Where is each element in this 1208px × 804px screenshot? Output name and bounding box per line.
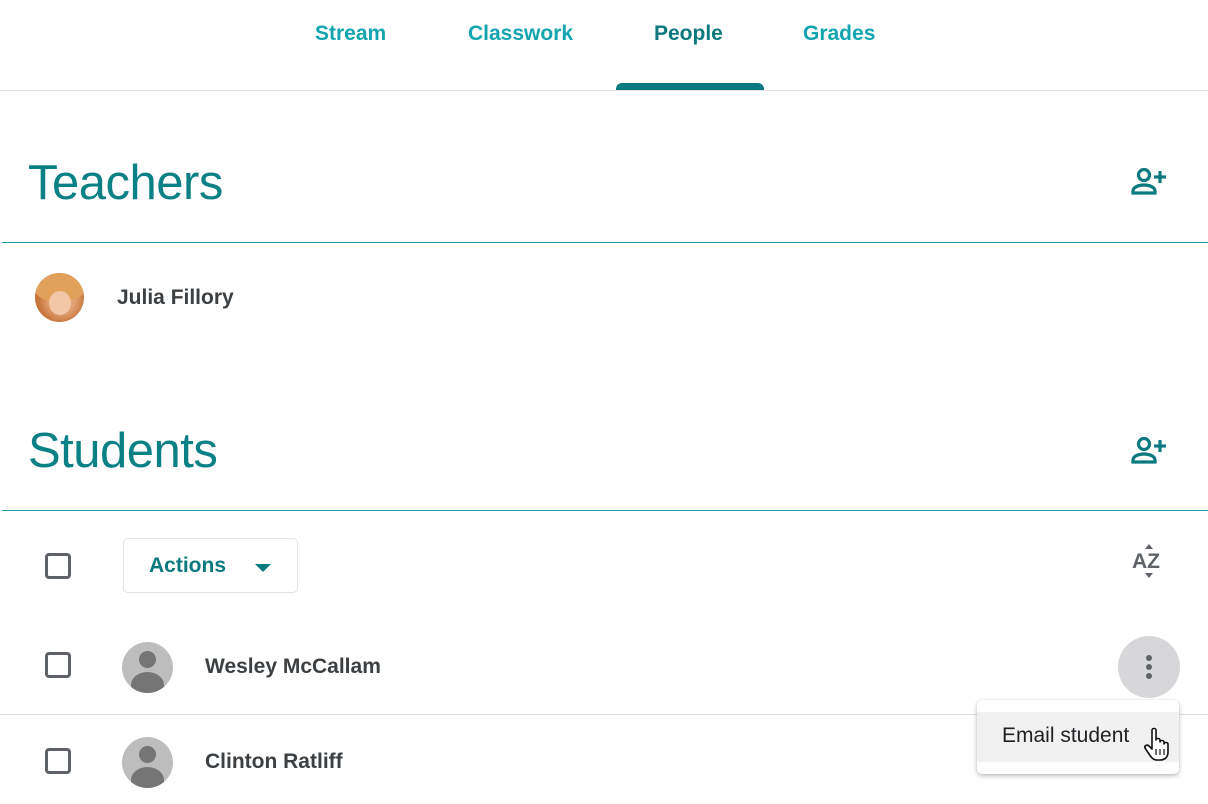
more-vert-icon bbox=[1146, 655, 1152, 661]
more-options-button[interactable] bbox=[1118, 636, 1180, 698]
teacher-avatar bbox=[35, 273, 84, 322]
hand-pointer-cursor-icon bbox=[1144, 727, 1169, 761]
teachers-divider bbox=[2, 242, 1208, 243]
students-divider bbox=[2, 510, 1208, 511]
actions-label: Actions bbox=[149, 554, 227, 577]
menu-item-label: Email student bbox=[1002, 724, 1130, 747]
tab-grades[interactable]: Grades bbox=[803, 22, 875, 46]
student-name: Wesley McCallam bbox=[205, 655, 381, 678]
select-all-checkbox[interactable] bbox=[45, 553, 71, 579]
students-heading: Students bbox=[28, 424, 218, 478]
tab-stream[interactable]: Stream bbox=[315, 22, 386, 46]
default-avatar-icon bbox=[122, 642, 173, 693]
more-vert-dot bbox=[1146, 673, 1152, 679]
svg-text:AZ: AZ bbox=[1132, 550, 1160, 573]
active-tab-indicator bbox=[616, 83, 764, 90]
student-checkbox[interactable] bbox=[45, 748, 71, 774]
teachers-heading: Teachers bbox=[28, 156, 223, 210]
student-name: Clinton Ratliff bbox=[205, 750, 343, 773]
tab-people[interactable]: People bbox=[654, 22, 723, 46]
person-add-icon bbox=[1131, 167, 1157, 195]
person-add-icon bbox=[1131, 436, 1157, 464]
student-checkbox[interactable] bbox=[45, 652, 71, 678]
sort-az-icon[interactable]: AZ bbox=[1130, 543, 1168, 579]
tab-classwork[interactable]: Classwork bbox=[468, 22, 573, 46]
teacher-name: Julia Fillory bbox=[117, 286, 234, 309]
more-vert-dot bbox=[1146, 664, 1152, 670]
default-avatar-icon bbox=[122, 737, 173, 788]
caret-down-icon bbox=[255, 564, 271, 572]
actions-dropdown[interactable]: Actions bbox=[123, 538, 298, 593]
invite-students-button[interactable] bbox=[1130, 435, 1170, 475]
top-tab-bar: Stream Classwork People Grades bbox=[0, 0, 1208, 91]
add-teacher-button[interactable] bbox=[1130, 166, 1170, 206]
